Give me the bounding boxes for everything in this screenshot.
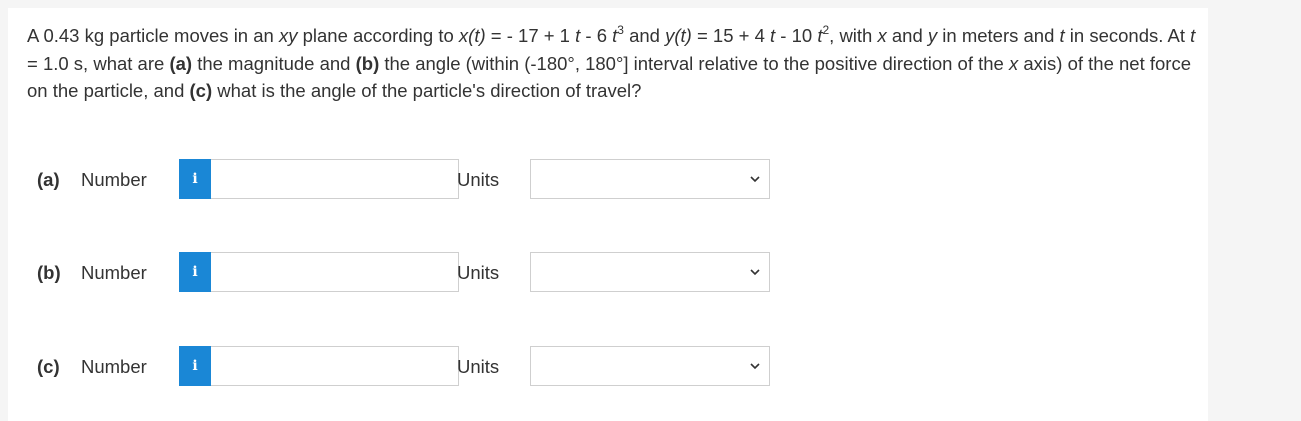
units-select-a[interactable] bbox=[530, 159, 770, 199]
units-label-a: Units bbox=[457, 169, 500, 190]
part-label-a: (a) bbox=[37, 169, 60, 190]
answer-row-b: (b) Number i Units bbox=[37, 251, 797, 293]
question-card: A 0.43 kg particle moves in an xy plane … bbox=[8, 8, 1208, 421]
number-label-a: Number bbox=[81, 169, 147, 190]
answer-row-a: (a) Number i Units bbox=[37, 158, 797, 200]
chevron-down-icon bbox=[750, 363, 760, 370]
question-text: A 0.43 kg particle moves in an xy plane … bbox=[27, 23, 1196, 101]
info-icon: i bbox=[192, 358, 198, 374]
units-select-c[interactable] bbox=[530, 346, 770, 386]
chevron-down-icon bbox=[750, 269, 760, 276]
units-label-b: Units bbox=[457, 262, 500, 283]
part-label-b: (b) bbox=[37, 262, 61, 283]
info-icon: i bbox=[192, 264, 198, 280]
units-select-b[interactable] bbox=[530, 252, 770, 292]
number-input-b[interactable] bbox=[211, 252, 459, 292]
info-icon: i bbox=[192, 171, 198, 187]
number-input-c[interactable] bbox=[211, 346, 459, 386]
info-button-a[interactable]: i bbox=[179, 159, 211, 199]
number-label-b: Number bbox=[81, 262, 147, 283]
units-label-c: Units bbox=[457, 356, 500, 377]
part-label-c: (c) bbox=[37, 356, 60, 377]
number-input-a[interactable] bbox=[211, 159, 459, 199]
number-label-c: Number bbox=[81, 356, 147, 377]
chevron-down-icon bbox=[750, 176, 760, 183]
info-button-c[interactable]: i bbox=[179, 346, 211, 386]
info-button-b[interactable]: i bbox=[179, 252, 211, 292]
answer-row-c: (c) Number i Units bbox=[37, 345, 797, 387]
